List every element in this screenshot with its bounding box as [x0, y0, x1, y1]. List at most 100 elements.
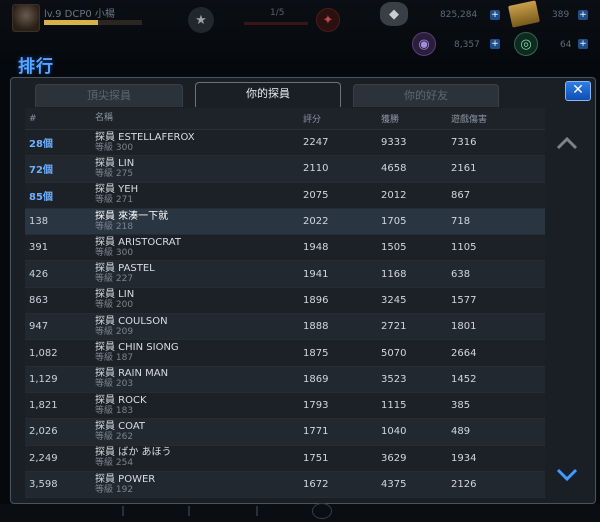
gems-count: 825,284: [440, 10, 478, 20]
wins-cell: 1505: [381, 242, 407, 254]
table-row[interactable]: 426 探員 PASTEL 等級 227 1941 1168 638: [25, 261, 545, 288]
agent-level: 等級 300: [95, 142, 134, 153]
agent-cell: 探員 CHIN SIONG 等級 187: [95, 342, 303, 364]
damage-cell: 718: [451, 216, 471, 228]
energy-bar: [244, 22, 308, 25]
score-cell: 2247: [303, 137, 329, 149]
table-row[interactable]: 1,129 探員 RAIN MAN 等級 203 1869 3523 1452: [25, 366, 545, 393]
tab-top-agents[interactable]: 頂尖探員: [35, 84, 183, 107]
player-avatar[interactable]: [12, 4, 40, 32]
agent-name: 探員 CHIN SIONG: [95, 342, 179, 354]
star-icon[interactable]: ★: [188, 7, 214, 33]
add-points-button[interactable]: +: [490, 39, 500, 49]
agent-cell: 探員 POWER 等級 192: [95, 474, 303, 496]
wins-cell: 3629: [381, 452, 407, 464]
table-row[interactable]: 863 探員 LIN 等級 200 1896 3245 1577: [25, 287, 545, 315]
wins-cell: 4375: [381, 479, 407, 490]
chevron-up-icon[interactable]: [556, 136, 578, 150]
agent-name: 探員 LIN: [95, 157, 135, 169]
leaderboard-panel: 頂尖探員 你的探員 你的好友 ✕ # 名稱 評分 獲勝 遊戲傷害 28個 探員 E…: [10, 77, 596, 504]
tokens-count: 64: [560, 40, 572, 50]
score-cell: 1875: [303, 347, 329, 359]
damage-cell: 7316: [451, 137, 477, 149]
ranking-table: # 名稱 評分 獲勝 遊戲傷害 28個 探員 ESTELLAFEROX 等級 300…: [25, 108, 545, 499]
bottom-divider: [188, 506, 190, 516]
score-cell: 1948: [303, 242, 329, 254]
scrolls-count: 389: [552, 10, 570, 20]
tab-your-agents[interactable]: 你的探員: [195, 82, 341, 107]
rank-cell: 1,821: [29, 400, 58, 412]
agent-name: 探員 來湊一下就: [95, 210, 169, 222]
agent-cell: 探員 LIN 等級 275: [95, 158, 303, 180]
table-row[interactable]: 391 探員 ARISTOCRAT 等級 300 1948 1505 1105: [25, 235, 545, 262]
table-row[interactable]: 72個 探員 LIN 等級 275 2110 4658 2161: [25, 156, 545, 183]
col-rank: #: [29, 113, 37, 124]
agent-cell: 探員 LIN 等級 200: [95, 289, 303, 311]
damage-cell: 1934: [451, 452, 477, 464]
score-cell: 1793: [303, 400, 329, 412]
damage-cell: 385: [451, 400, 471, 412]
wins-cell: 3523: [381, 373, 407, 385]
table-row[interactable]: 28個 探員 ESTELLAFEROX 等級 300 2247 9333 7316: [25, 130, 545, 157]
table-row[interactable]: 138 探員 來湊一下就 等級 218 2022 1705 718: [25, 208, 545, 236]
gem-icon[interactable]: ◆: [380, 2, 408, 26]
table-row[interactable]: 3,598 探員 POWER 等級 192 1672 4375 2126: [25, 471, 545, 499]
agent-name: 探員 ばか あほう: [95, 447, 172, 459]
damage-cell: 2664: [451, 347, 477, 359]
add-gems-button[interactable]: +: [490, 10, 500, 20]
player-name: lv.9 DCP0 小楊: [44, 9, 115, 20]
table-header: # 名稱 評分 獲勝 遊戲傷害: [25, 108, 545, 130]
bottom-menu-icon[interactable]: [312, 503, 332, 519]
rank-cell: 426: [29, 268, 49, 280]
chevron-down-icon[interactable]: [556, 468, 578, 482]
table-row[interactable]: 2,026 探員 COAT 等級 262 1771 1040 489: [25, 419, 545, 446]
agent-level: 等級 271: [95, 195, 134, 206]
table-row[interactable]: 947 探員 COULSON 等級 209 1888 2721 1801: [25, 314, 545, 341]
wins-cell: 4658: [381, 163, 407, 175]
agent-name: 探員 ARISTOCRAT: [95, 236, 181, 248]
score-cell: 2022: [303, 216, 329, 228]
table-row[interactable]: 1,082 探員 CHIN SIONG 等級 187 1875 5070 2664: [25, 340, 545, 367]
rank-cell: 947: [29, 321, 49, 333]
agent-level: 等級 209: [95, 326, 134, 337]
rank-cell: 863: [29, 294, 49, 306]
agent-name: 探員 YEH: [95, 184, 139, 196]
agent-level: 等級 192: [95, 484, 134, 495]
wins-cell: 2721: [381, 321, 407, 333]
damage-cell: 1577: [451, 294, 477, 306]
damage-cell: 638: [451, 268, 471, 280]
wins-cell: 1115: [381, 400, 407, 412]
agent-level: 等級 218: [95, 221, 134, 232]
agent-cell: 探員 ARISTOCRAT 等級 300: [95, 237, 303, 259]
agent-name: 探員 LIN: [95, 289, 135, 301]
bottom-divider: [256, 506, 258, 516]
score-cell: 1771: [303, 426, 329, 438]
damage-cell: 2126: [451, 479, 477, 490]
token-icon[interactable]: ◎: [514, 32, 538, 56]
energy-icon[interactable]: ✦: [316, 8, 340, 32]
table-row[interactable]: 2,249 探員 ばか あほう 等級 254 1751 3629 1934: [25, 445, 545, 472]
table-row[interactable]: 85個 探員 YEH 等級 271 2075 2012 867: [25, 182, 545, 209]
table-row[interactable]: 1,821 探員 ROCK 等級 183 1793 1115 385: [25, 392, 545, 420]
table-body: 28個 探員 ESTELLAFEROX 等級 300 2247 9333 7316 72個探…: [25, 130, 545, 499]
agent-name: 探員 POWER: [95, 473, 156, 485]
add-scrolls-button[interactable]: +: [578, 10, 588, 20]
rank-cell: 1,129: [29, 373, 58, 385]
tab-your-friends[interactable]: 你的好友: [353, 84, 499, 107]
close-button[interactable]: ✕: [565, 81, 591, 101]
agent-name: 探員 RAIN MAN: [95, 368, 169, 380]
damage-cell: 1105: [451, 242, 477, 254]
agent-level: 等級 300: [95, 247, 134, 258]
score-cell: 1896: [303, 294, 329, 306]
badge-icon[interactable]: ◉: [412, 32, 436, 56]
damage-cell: 1801: [451, 321, 477, 333]
rank-cell: 391: [29, 242, 49, 254]
agent-name: 探員 COULSON: [95, 315, 168, 327]
add-tokens-button[interactable]: +: [578, 39, 588, 49]
col-name: 名稱: [95, 113, 114, 123]
score-cell: 2110: [303, 163, 329, 175]
wins-cell: 1168: [381, 268, 407, 280]
scroll-icon[interactable]: [508, 0, 540, 28]
energy-value: 1/5: [270, 8, 285, 18]
score-cell: 1869: [303, 373, 329, 385]
